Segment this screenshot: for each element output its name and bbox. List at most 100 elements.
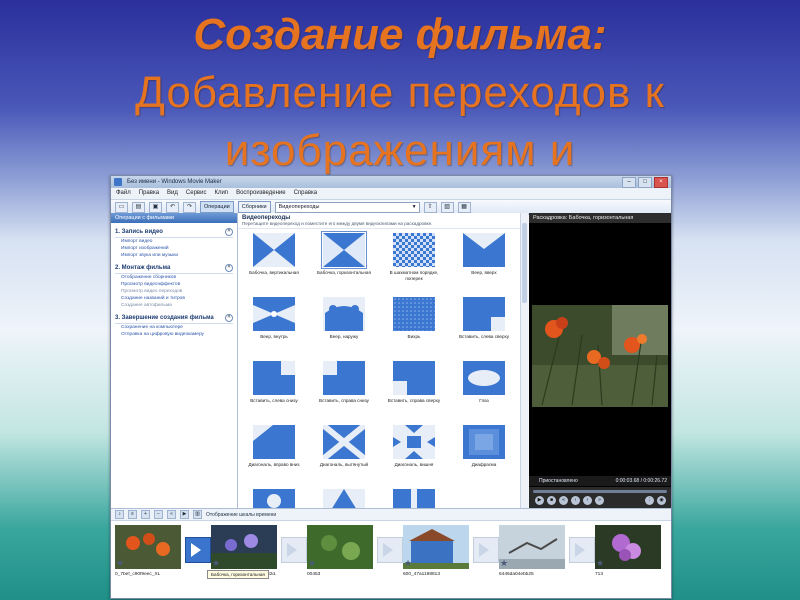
menu-edit[interactable]: Правка — [139, 188, 159, 199]
minimize-icon[interactable]: – — [622, 177, 636, 188]
storyboard-transition[interactable] — [473, 537, 499, 563]
transition-item[interactable]: В шахматном порядке, поперек — [382, 233, 446, 297]
transition-tooltip: Бабочка, горизонтальная — [207, 570, 269, 579]
task-link-view-effects[interactable]: Просмотр видеоэффектов — [121, 281, 233, 288]
transition-item[interactable]: Диагональ, вправо вниз — [242, 425, 306, 489]
star-icon: ★ — [404, 558, 413, 568]
collapse-icon[interactable]: ^ — [225, 264, 233, 272]
play-icon[interactable]: ▶ — [535, 496, 544, 505]
preview-status-bar: Приостановлено 0:00:03.68 / 0:00:26.72 — [529, 476, 671, 486]
task-section-title[interactable]: 1. Запись видео ^ — [115, 228, 233, 238]
collections-toggle[interactable]: Сборники — [237, 201, 271, 213]
task-link-make-titles[interactable]: Создание названий и титров — [121, 295, 233, 302]
forward-icon[interactable]: » — [595, 496, 604, 505]
transition-item[interactable]: Бабочка, вертикальная — [242, 233, 306, 297]
transition-item[interactable]: Диафрагма — [452, 425, 516, 489]
storyboard-transition[interactable] — [281, 537, 307, 563]
task-link-import-pictures[interactable]: Импорт изображений — [121, 245, 233, 252]
task-link-show-collections[interactable]: Отображение сборников — [121, 274, 233, 281]
view-options-icon[interactable]: ▦ — [457, 201, 471, 213]
zoom-in-icon[interactable]: + — [141, 510, 150, 519]
timeline-toggle[interactable]: Отображение шкалы времени — [206, 512, 276, 518]
menu-clip[interactable]: Клип — [214, 188, 228, 199]
previous-frame-icon[interactable]: ‹ — [571, 496, 580, 505]
undo-icon[interactable]: ↶ — [166, 201, 179, 213]
transition-item[interactable]: Вставить, слева снизу — [242, 361, 306, 425]
transition-item[interactable]: Вихрь — [382, 297, 446, 361]
seek-bar[interactable] — [533, 490, 667, 493]
task-section-edit: 2. Монтаж фильма ^ Отображение сборников… — [115, 264, 233, 309]
task-link-save-computer[interactable]: Сохранение на компьютере — [121, 324, 233, 331]
transition-item[interactable]: Диагональ, вишня — [382, 425, 446, 489]
storyboard-transition[interactable] — [569, 537, 595, 563]
task-link-import-video[interactable]: Импорт видео — [121, 238, 233, 245]
menu-playback[interactable]: Воспроизведение — [236, 188, 286, 199]
transition-item[interactable]: Глаз — [452, 361, 516, 425]
storyboard-clip[interactable]: ★ 600_47a1198813 — [403, 525, 469, 583]
audio-levels-icon[interactable]: ≡ — [128, 510, 137, 519]
menu-file[interactable]: Файл — [116, 188, 131, 199]
rewind-storyboard-icon[interactable]: « — [167, 510, 176, 519]
maximize-icon[interactable]: □ — [638, 177, 652, 188]
storyboard-transition[interactable] — [377, 537, 403, 563]
storyboard-clip[interactable]: ★ 0_7bef_c90f9eec_XL — [115, 525, 181, 583]
star-icon: ★ — [308, 558, 317, 568]
timeline-icon[interactable]: ▥ — [193, 510, 202, 519]
zoom-out-icon[interactable]: − — [154, 510, 163, 519]
transition-item[interactable]: Веер, вверх — [452, 233, 516, 297]
storyboard-clip[interactable]: ★ 00453 — [307, 525, 373, 583]
collection-select[interactable]: Видеопереходы ▼ — [274, 201, 420, 213]
play-storyboard-icon[interactable]: ▶ — [180, 510, 189, 519]
rewind-icon[interactable]: « — [559, 496, 568, 505]
up-folder-icon[interactable]: ⇧ — [423, 201, 437, 213]
new-folder-icon[interactable]: ▧ — [440, 201, 454, 213]
transition-item[interactable]: Вставить, справа снизу — [312, 361, 376, 425]
new-project-icon[interactable]: ▭ — [115, 201, 128, 213]
transition-item[interactable]: Вставить, слева сверху — [452, 297, 516, 361]
menu-tools[interactable]: Сервис — [186, 188, 207, 199]
clip-name: 6446da04ebb25 — [499, 572, 534, 577]
open-project-icon[interactable]: ▤ — [132, 201, 145, 213]
task-section-finish: 3. Завершение создания фильма ^ Сохранен… — [115, 314, 233, 338]
fan-up-icon — [463, 233, 505, 267]
transition-item[interactable] — [382, 489, 446, 508]
storyboard-transition[interactable] — [185, 537, 211, 563]
transition-item[interactable]: Веер, наружу — [312, 297, 376, 361]
task-section-title[interactable]: 2. Монтаж фильма ^ — [115, 264, 233, 274]
redo-icon[interactable]: ↷ — [183, 201, 196, 213]
transition-item[interactable]: Вставить, справа сверху — [382, 361, 446, 425]
transition-item[interactable] — [242, 489, 306, 508]
storyboard-clip[interactable]: ★ 713 — [595, 525, 661, 583]
task-link-import-audio[interactable]: Импорт звука или музыки — [121, 252, 233, 259]
scroll-thumb[interactable] — [522, 223, 527, 303]
clip-name: 0_7bef_c90f9eec_XL — [115, 572, 161, 577]
narrate-icon[interactable]: ♪ — [115, 510, 124, 519]
collapse-icon[interactable]: ^ — [225, 314, 233, 322]
inset-top-left-icon — [463, 297, 505, 331]
transition-arrow-icon — [383, 543, 393, 557]
transition-item[interactable]: Бабочка, горизонтальная — [312, 231, 376, 297]
menu-help[interactable]: Справка — [294, 188, 318, 199]
movie-maker-window: Без имени - Windows Movie Maker – □ × Фа… — [110, 175, 672, 599]
next-frame-icon[interactable]: › — [583, 496, 592, 505]
task-link-send-camera[interactable]: Отправка на цифровую видеокамеру — [121, 331, 233, 338]
task-section-title[interactable]: 3. Завершение создания фильма ^ — [115, 314, 233, 324]
snapshot-icon[interactable]: ◉ — [657, 496, 666, 505]
collapse-icon[interactable]: ^ — [225, 228, 233, 236]
storyboard-clip[interactable]: ★ 6446da04ebb25 — [499, 525, 565, 583]
stop-icon[interactable]: ■ — [547, 496, 556, 505]
transition-item[interactable]: Диагональ, вытянутый — [312, 425, 376, 489]
transition-item[interactable] — [312, 489, 376, 508]
iris-icon — [463, 425, 505, 459]
split-clip-icon[interactable]: ⫶ — [645, 496, 654, 505]
menu-view[interactable]: Вид — [167, 188, 178, 199]
transitions-scrollbar[interactable] — [520, 213, 528, 508]
save-project-icon[interactable]: ▣ — [149, 201, 162, 213]
operations-toggle[interactable]: Операции — [200, 201, 234, 213]
task-link-view-transitions[interactable]: Просмотр видео переходов — [121, 288, 233, 295]
transition-arrow-icon — [287, 543, 297, 557]
transition-item[interactable]: Веер, внутрь — [242, 297, 306, 361]
task-link-automovie[interactable]: Создание автофильма — [121, 302, 233, 309]
close-icon[interactable]: × — [654, 177, 668, 188]
transition-item[interactable] — [452, 489, 516, 508]
